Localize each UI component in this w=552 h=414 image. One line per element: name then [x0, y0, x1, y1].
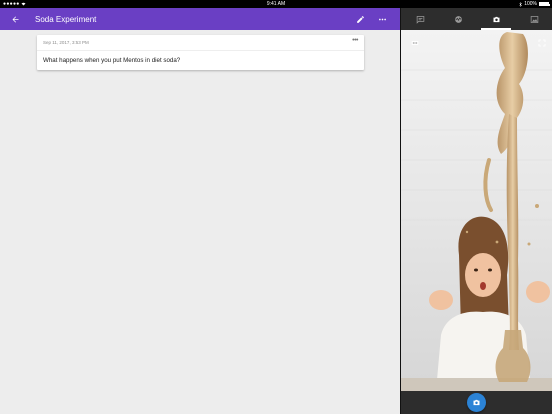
battery-icon — [539, 2, 550, 6]
fullscreen-icon — [538, 39, 546, 47]
gallery-icon — [530, 15, 538, 23]
edit-button[interactable] — [349, 8, 371, 30]
camera-icon — [473, 399, 480, 406]
arrow-left-icon — [12, 16, 18, 22]
camera-icon — [493, 16, 499, 22]
page-title: Soda Experiment — [35, 14, 97, 24]
more-horizontal-icon — [378, 18, 386, 20]
battery-percent: 100% — [524, 1, 537, 7]
sensor-icon — [454, 15, 462, 23]
camera-preview — [401, 30, 552, 391]
side-panel-tabs — [401, 8, 552, 30]
pencil-icon — [356, 15, 364, 23]
app-bar: Soda Experiment — [0, 8, 400, 30]
note-divider — [37, 50, 364, 51]
camera-preview-image — [401, 30, 552, 391]
more-options-button[interactable] — [371, 8, 393, 30]
more-horizontal-icon — [411, 41, 419, 45]
note-more-button[interactable]: ••• — [352, 37, 358, 44]
tab-gallery[interactable] — [515, 8, 552, 30]
capture-bar — [401, 391, 552, 414]
tab-notes[interactable] — [401, 8, 439, 30]
status-bar: ●●●●● 9:41 AM 100% — [0, 0, 552, 8]
tab-camera[interactable] — [477, 8, 515, 30]
tab-sensors[interactable] — [439, 8, 477, 30]
note-text: What happens when you put Mentos in diet… — [43, 57, 181, 64]
side-panel — [400, 8, 552, 414]
back-button[interactable] — [4, 8, 26, 30]
capture-photo-button[interactable] — [467, 393, 486, 412]
fullscreen-button[interactable] — [536, 37, 548, 49]
status-time: 9:41 AM — [266, 1, 286, 7]
bluetooth-icon — [519, 1, 523, 7]
preview-options-button[interactable] — [409, 37, 421, 49]
note-icon — [416, 15, 424, 24]
note-card[interactable]: Sep 11, 2017, 3:53 PM ••• What happens w… — [37, 35, 364, 70]
note-date: Sep 11, 2017, 3:53 PM — [43, 40, 89, 45]
notes-list: Sep 11, 2017, 3:53 PM ••• What happens w… — [0, 30, 400, 414]
status-right: 100% — [519, 1, 550, 7]
